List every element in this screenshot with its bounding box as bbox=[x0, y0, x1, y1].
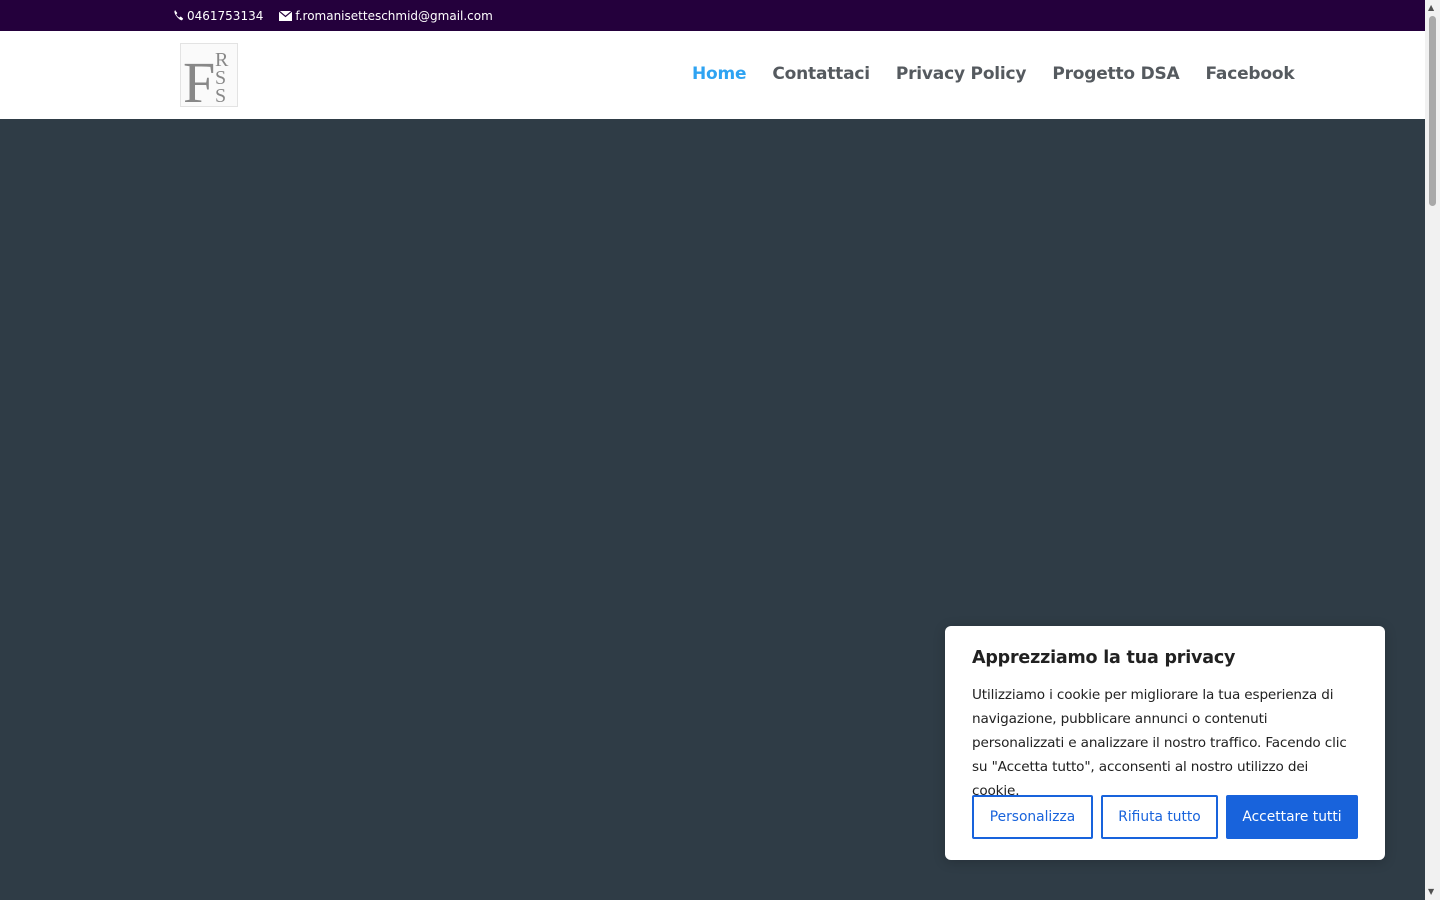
email-address: f.romanisetteschmid@gmail.com bbox=[295, 8, 493, 23]
scroll-down-icon[interactable]: ▼ bbox=[1428, 888, 1434, 896]
scroll-up-icon[interactable]: ▲ bbox=[1428, 4, 1434, 12]
nav-privacy-policy[interactable]: Privacy Policy bbox=[896, 64, 1027, 84]
scrollbar-thumb[interactable] bbox=[1429, 16, 1436, 206]
top-bar: 0461753134 f.romanisetteschmid@gmail.com bbox=[0, 0, 1425, 31]
svg-text:S: S bbox=[215, 85, 226, 106]
nav-progetto-dsa[interactable]: Progetto DSA bbox=[1052, 64, 1179, 84]
nav-contattaci[interactable]: Contattaci bbox=[772, 64, 870, 84]
phone-icon bbox=[173, 10, 184, 21]
cookie-buttons: Personalizza Rifiuta tutto Accettare tut… bbox=[972, 795, 1358, 839]
nav-facebook[interactable]: Facebook bbox=[1206, 64, 1295, 84]
mail-icon bbox=[279, 10, 293, 21]
phone-number: 0461753134 bbox=[187, 8, 264, 23]
customize-button[interactable]: Personalizza bbox=[972, 795, 1093, 839]
contact-info: 0461753134 f.romanisetteschmid@gmail.com bbox=[173, 9, 509, 23]
site-logo[interactable]: F R S S bbox=[180, 43, 238, 107]
nav-home[interactable]: Home bbox=[692, 64, 747, 84]
phone-contact[interactable]: 0461753134 bbox=[173, 9, 263, 23]
cookie-text: Utilizziamo i cookie per migliorare la t… bbox=[972, 687, 1347, 799]
main-nav: Home Contattaci Privacy Policy Progetto … bbox=[692, 64, 1320, 84]
email-contact[interactable]: f.romanisetteschmid@gmail.com bbox=[279, 8, 493, 23]
svg-text:F: F bbox=[183, 50, 215, 106]
cookie-title: Apprezziamo la tua privacy bbox=[972, 648, 1236, 668]
reject-all-button[interactable]: Rifiuta tutto bbox=[1101, 795, 1218, 839]
cookie-consent-banner: Apprezziamo la tua privacy Utilizziamo i… bbox=[945, 626, 1385, 860]
accept-all-button[interactable]: Accettare tutti bbox=[1226, 795, 1358, 839]
page-scrollbar[interactable]: ▲ ▼ bbox=[1425, 0, 1440, 900]
site-header: F R S S Home Contattaci Privacy Policy P… bbox=[0, 31, 1425, 119]
